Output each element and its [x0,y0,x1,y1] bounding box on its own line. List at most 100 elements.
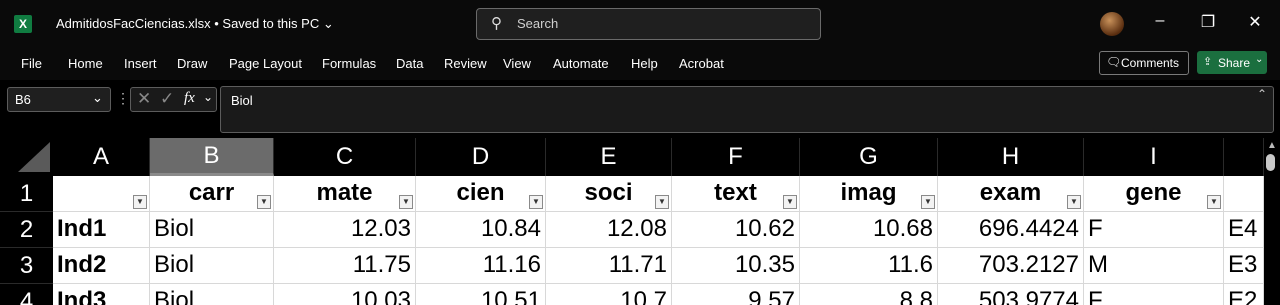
scrollbar-thumb[interactable] [1266,154,1275,171]
column-header-h[interactable]: H [938,138,1084,176]
filter-dropdown-icon[interactable]: ▼ [529,195,543,209]
column-header-i[interactable]: I [1084,138,1224,176]
cell-e2[interactable]: 12.08 [546,212,672,248]
cell-a2[interactable]: Ind1 [53,212,150,248]
more-icon[interactable]: ⋮ [116,90,130,107]
close-button[interactable]: ✕ [1243,12,1267,32]
row-header-2[interactable]: 2 [0,212,53,248]
cell-i1[interactable]: gene [1084,176,1224,212]
chevron-down-icon: ⌄ [322,16,334,31]
cell-d4[interactable]: 10.51 [416,284,546,305]
cell-f2[interactable]: 10.62 [672,212,800,248]
tab-file[interactable]: File [21,56,42,71]
cell-i3[interactable]: M [1084,248,1224,284]
column-header-a[interactable]: A [53,138,150,176]
cell-e4[interactable]: 10.7 [546,284,672,305]
cell-f3[interactable]: 10.35 [672,248,800,284]
name-box[interactable]: B6 ⌄ [7,87,111,112]
tab-acrobat[interactable]: Acrobat [679,56,724,71]
tab-insert[interactable]: Insert [124,56,157,71]
cell-g3[interactable]: 11.6 [800,248,938,284]
tab-view[interactable]: View [503,56,531,71]
cell-h3[interactable]: 703.2127 [938,248,1084,284]
filter-dropdown-icon[interactable]: ▼ [133,195,147,209]
cell-d3[interactable]: 11.16 [416,248,546,284]
restore-button[interactable]: ❐ [1196,12,1220,32]
save-status: • Saved to this PC [214,16,320,31]
cell-a4[interactable]: Ind3 [53,284,150,305]
comments-button[interactable]: 🗨 Comments [1099,51,1189,75]
cell-b2[interactable]: Biol [150,212,274,248]
cancel-icon[interactable]: ✕ [137,89,151,109]
cell-d2[interactable]: 10.84 [416,212,546,248]
chevron-down-icon: ⌄ [1255,54,1264,65]
cell-f4[interactable]: 9.57 [672,284,800,305]
column-header-e[interactable]: E [546,138,672,176]
cell-j1[interactable] [1224,176,1264,212]
cell-j4[interactable]: E2 [1224,284,1264,305]
cell-c3[interactable]: 11.75 [274,248,416,284]
cell-h1[interactable]: exam [938,176,1084,212]
cell-b4[interactable]: Biol [150,284,274,305]
column-header-f[interactable]: F [672,138,800,176]
row-header-1[interactable]: 1 [0,176,53,212]
cell-j3[interactable]: E3 [1224,248,1264,284]
cell-b1[interactable]: carr [150,176,274,212]
avatar[interactable] [1100,12,1124,36]
cell-e1[interactable]: soci [546,176,672,212]
column-header-j[interactable] [1224,138,1264,176]
tab-data[interactable]: Data [396,56,423,71]
cell-c4[interactable]: 10.03 [274,284,416,305]
filter-dropdown-icon[interactable]: ▼ [399,195,413,209]
column-header-d[interactable]: D [416,138,546,176]
cell-h4[interactable]: 503.9774 [938,284,1084,305]
cell-a3[interactable]: Ind2 [53,248,150,284]
cell-j2[interactable]: E4 [1224,212,1264,248]
confirm-icon[interactable]: ✓ [160,89,174,109]
tab-draw[interactable]: Draw [177,56,207,71]
chevron-up-icon[interactable]: ⌃ [1257,87,1267,101]
spreadsheet-grid[interactable]: A B C D E F G H I 1 2 3 4 carr mate cien… [0,138,1280,305]
search-icon: ⚲ [491,15,502,32]
share-button[interactable]: ⇪ Share ⌄ [1197,51,1267,74]
cell-g2[interactable]: 10.68 [800,212,938,248]
filter-dropdown-icon[interactable]: ▼ [783,195,797,209]
select-all-corner[interactable] [0,138,53,176]
tab-formulas[interactable]: Formulas [322,56,376,71]
cell-g1[interactable]: imag [800,176,938,212]
tab-automate[interactable]: Automate [553,56,609,71]
share-icon: ⇪ [1203,56,1213,68]
cell-e3[interactable]: 11.71 [546,248,672,284]
cell-g4[interactable]: 8.8 [800,284,938,305]
tab-page-layout[interactable]: Page Layout [229,56,302,71]
cell-d1[interactable]: cien [416,176,546,212]
row-header-4[interactable]: 4 [0,284,53,305]
cell-f1[interactable]: text [672,176,800,212]
tab-home[interactable]: Home [68,56,103,71]
share-label: Share [1218,56,1251,70]
filter-dropdown-icon[interactable]: ▼ [921,195,935,209]
column-header-b[interactable]: B [150,138,274,176]
chevron-down-icon[interactable]: ⌄ [203,90,213,104]
cell-c2[interactable]: 12.03 [274,212,416,248]
scroll-up-icon[interactable]: ▲ [1264,140,1280,151]
filter-dropdown-icon[interactable]: ▼ [1207,195,1221,209]
row-header-3[interactable]: 3 [0,248,53,284]
filter-dropdown-icon[interactable]: ▼ [257,195,271,209]
document-title[interactable]: AdmitidosFacCiencias.xlsx • Saved to thi… [56,16,334,32]
tab-help[interactable]: Help [631,56,658,71]
cell-b3[interactable]: Biol [150,248,274,284]
column-header-g[interactable]: G [800,138,938,176]
cell-i4[interactable]: F [1084,284,1224,305]
formula-input[interactable]: Biol ⌃ [220,86,1274,133]
formula-controls: ✕ ✓ fx ⌄ [130,87,217,112]
cell-c1[interactable]: mate [274,176,416,212]
filter-dropdown-icon[interactable]: ▼ [1067,195,1081,209]
minimize-button[interactable]: – [1148,12,1172,30]
insert-function-icon[interactable]: fx [184,90,195,107]
tab-review[interactable]: Review [444,56,487,71]
column-header-c[interactable]: C [274,138,416,176]
cell-i2[interactable]: F [1084,212,1224,248]
cell-h2[interactable]: 696.4424 [938,212,1084,248]
filter-dropdown-icon[interactable]: ▼ [655,195,669,209]
